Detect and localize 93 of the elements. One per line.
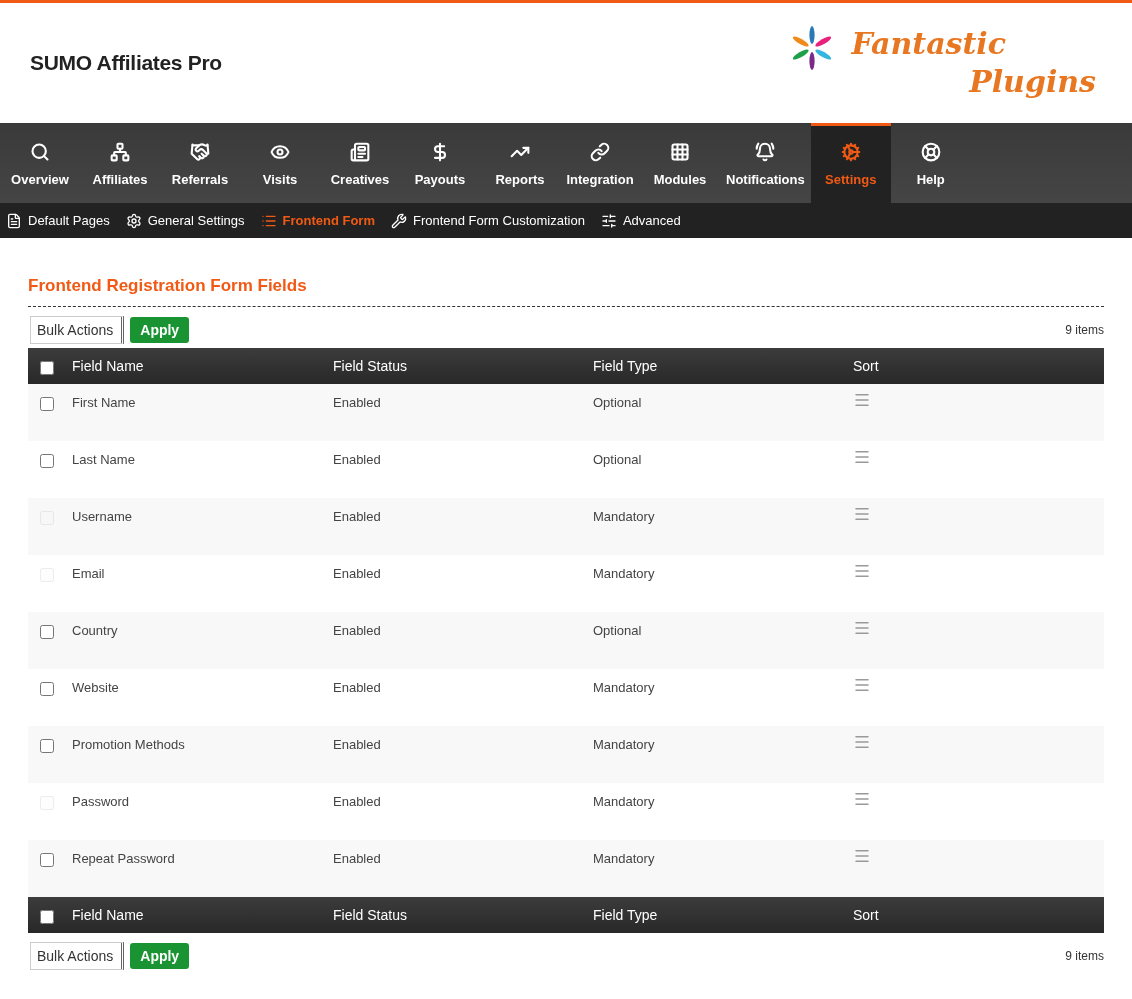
table-cell: Username bbox=[72, 509, 132, 524]
bell-icon bbox=[755, 142, 776, 162]
table-cell: Enabled bbox=[333, 794, 381, 809]
nav-tab[interactable]: Modules bbox=[640, 123, 720, 203]
wrench-icon bbox=[390, 212, 407, 229]
row-checkbox[interactable] bbox=[40, 682, 54, 696]
table-cell: Optional bbox=[593, 452, 642, 467]
drag-handle-icon[interactable] bbox=[853, 847, 871, 865]
newspaper-icon bbox=[350, 142, 370, 162]
row-checkbox[interactable] bbox=[40, 853, 54, 867]
apply-button[interactable]: Apply bbox=[130, 943, 190, 969]
apply-button[interactable]: Apply bbox=[130, 317, 190, 343]
search-icon bbox=[30, 142, 50, 162]
table-cell: Enabled bbox=[333, 623, 381, 638]
hierarchy-icon bbox=[110, 142, 130, 162]
nav-tab[interactable]: Reports bbox=[480, 123, 560, 203]
nav-tab[interactable]: Affiliates bbox=[80, 123, 160, 203]
table-cell: Website bbox=[72, 680, 119, 695]
nav-tab[interactable]: Notifications bbox=[720, 123, 811, 203]
table-cell: Mandatory bbox=[593, 851, 655, 866]
column-header: Field Status bbox=[333, 907, 407, 923]
column-header: Field Name bbox=[72, 907, 144, 923]
table-cell: First Name bbox=[72, 395, 136, 410]
subnav-tab[interactable]: Default Pages bbox=[6, 212, 110, 229]
lifebuoy-icon bbox=[920, 142, 941, 162]
table-cell: Password bbox=[72, 794, 130, 809]
row-checkbox[interactable] bbox=[40, 454, 54, 468]
handshake-icon bbox=[190, 142, 210, 162]
drag-handle-icon[interactable] bbox=[853, 790, 871, 808]
row-checkbox[interactable] bbox=[40, 625, 54, 639]
item-count: 9 items bbox=[1065, 949, 1104, 963]
table-cell: Repeat Password bbox=[72, 851, 175, 866]
nav-tab[interactable]: Payouts bbox=[400, 123, 480, 203]
table-cell: Mandatory bbox=[593, 566, 655, 581]
table-cell: Enabled bbox=[333, 680, 381, 695]
nav-tab[interactable]: Overview bbox=[0, 123, 80, 203]
column-header: Sort bbox=[853, 358, 879, 374]
table-cell: Optional bbox=[593, 623, 642, 638]
table-cell: Enabled bbox=[333, 737, 381, 752]
drag-handle-icon[interactable] bbox=[853, 733, 871, 751]
table-cell: Country bbox=[72, 623, 118, 638]
app-title: SUMO Affiliates Pro bbox=[30, 51, 222, 75]
logo-text: Fantastic bbox=[851, 25, 1006, 63]
column-header: Field Name bbox=[72, 358, 144, 374]
row-checkbox[interactable] bbox=[40, 739, 54, 753]
table-cell: Email bbox=[72, 566, 105, 581]
document-icon bbox=[6, 212, 22, 229]
select-all-checkbox[interactable] bbox=[40, 910, 54, 924]
nav-tab[interactable]: Creatives bbox=[320, 123, 400, 203]
table-cell: Enabled bbox=[333, 395, 381, 410]
link-icon bbox=[590, 142, 610, 162]
flower-logo-icon bbox=[791, 25, 834, 71]
bulk-actions-dropdown[interactable]: Bulk Actions bbox=[30, 316, 125, 344]
nav-tab[interactable]: Referrals bbox=[160, 123, 240, 203]
table-cell: Enabled bbox=[333, 452, 381, 467]
column-header: Field Type bbox=[593, 907, 658, 923]
subnav-tab[interactable]: Frontend Form bbox=[260, 212, 375, 229]
select-all-checkbox[interactable] bbox=[40, 361, 54, 375]
drag-handle-icon[interactable] bbox=[853, 391, 871, 409]
grid-icon bbox=[670, 142, 690, 162]
table-cell: Enabled bbox=[333, 851, 381, 866]
table-cell: Last Name bbox=[72, 452, 135, 467]
table-cell: Enabled bbox=[333, 566, 381, 581]
drag-handle-icon[interactable] bbox=[853, 448, 871, 466]
logo-text: Plugins bbox=[969, 63, 1096, 101]
column-header: Field Type bbox=[593, 358, 658, 374]
nav-tab[interactable]: Settings bbox=[810, 123, 891, 203]
bulk-actions-dropdown[interactable]: Bulk Actions bbox=[30, 942, 125, 970]
subnav-tab[interactable]: General Settings bbox=[125, 212, 245, 229]
table-cell: Optional bbox=[593, 395, 642, 410]
table-cell: Mandatory bbox=[593, 794, 655, 809]
table-cell: Promotion Methods bbox=[72, 737, 185, 752]
sliders-icon bbox=[600, 212, 617, 229]
table-cell: Enabled bbox=[333, 509, 381, 524]
drag-handle-icon[interactable] bbox=[853, 619, 871, 637]
column-header: Sort bbox=[853, 907, 879, 923]
table-cell: Mandatory bbox=[593, 680, 655, 695]
gear-icon bbox=[125, 212, 142, 229]
nav-tab[interactable]: Help bbox=[890, 123, 971, 203]
column-header: Field Status bbox=[333, 358, 407, 374]
table-cell: Mandatory bbox=[593, 737, 655, 752]
item-count: 9 items bbox=[1065, 323, 1104, 337]
drag-handle-icon[interactable] bbox=[853, 562, 871, 580]
drag-handle-icon[interactable] bbox=[853, 505, 871, 523]
subnav-tab[interactable]: Advanced bbox=[600, 212, 681, 229]
section-title: Frontend Registration Form Fields bbox=[28, 276, 1104, 307]
nav-tab[interactable]: Visits bbox=[240, 123, 320, 203]
row-checkbox[interactable] bbox=[40, 397, 54, 411]
drag-handle-icon[interactable] bbox=[853, 676, 871, 694]
nav-tab[interactable]: Integration bbox=[560, 123, 640, 203]
eye-icon bbox=[270, 142, 290, 162]
subnav-tab[interactable]: Frontend Form Customization bbox=[390, 212, 585, 229]
table-cell: Mandatory bbox=[593, 509, 655, 524]
